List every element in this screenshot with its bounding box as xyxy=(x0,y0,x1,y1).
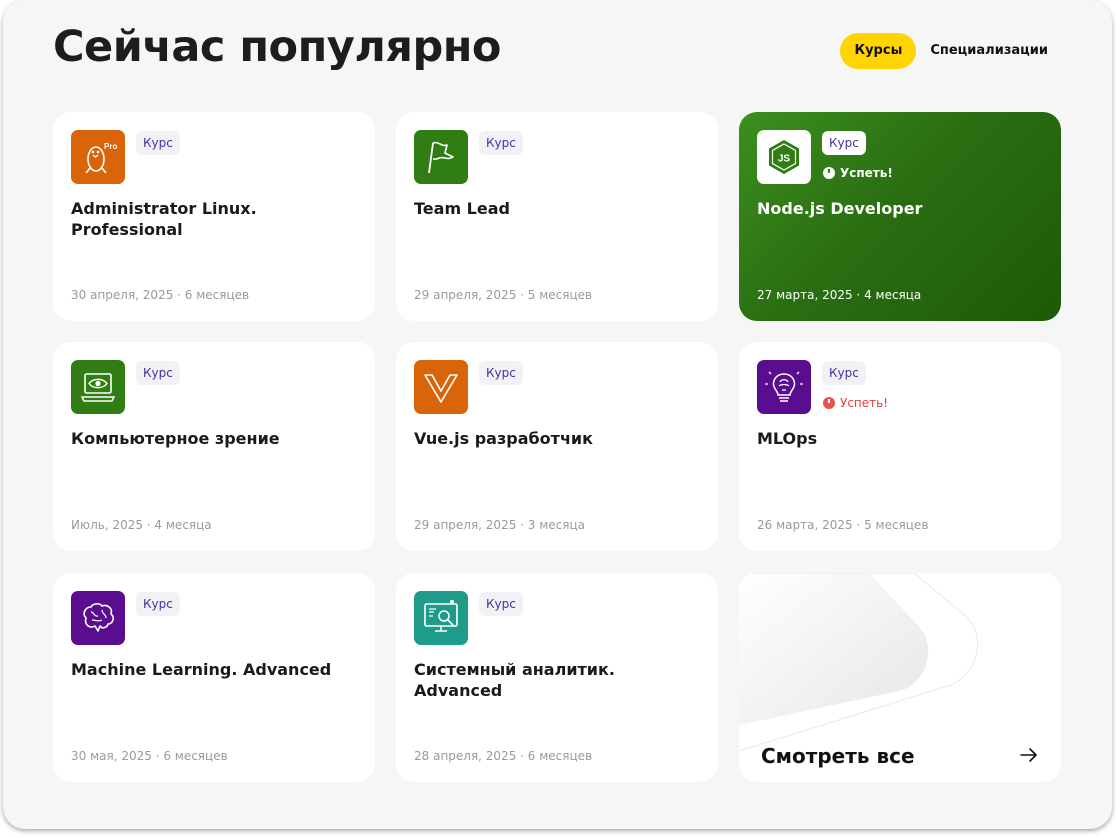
course-meta: 30 мая, 2025 · 6 месяцев xyxy=(71,749,228,763)
course-meta: 26 марта, 2025 · 5 месяцев xyxy=(757,518,929,532)
nodejs-icon: JS xyxy=(757,130,811,184)
hurry-tag: Успеть! xyxy=(823,166,893,180)
course-card[interactable]: Pro Курс Administrator Linux. Profession… xyxy=(53,112,375,321)
course-meta: 29 апреля, 2025 · 3 месяца xyxy=(414,518,586,532)
tabs: Курсы Специализации xyxy=(840,33,1062,69)
course-title: MLOps xyxy=(757,429,818,448)
vue-icon xyxy=(414,360,468,414)
hurry-label: Успеть! xyxy=(840,396,889,410)
course-title: Team Lead xyxy=(414,199,510,218)
course-title: Node.js Developer xyxy=(757,199,923,218)
course-badge: Курс xyxy=(136,361,180,385)
analytics-monitor-icon xyxy=(414,591,468,645)
course-meta: 27 марта, 2025 · 4 месяца xyxy=(757,288,922,302)
course-card-featured[interactable]: JS Курс Успеть! Node.js Developer 27 мар… xyxy=(739,112,1061,321)
monitor-eye-icon xyxy=(71,360,125,414)
course-meta: 30 апреля, 2025 · 6 месяцев xyxy=(71,288,250,302)
course-title: Machine Learning. Advanced xyxy=(71,660,332,679)
brain-icon xyxy=(71,591,125,645)
tab-courses[interactable]: Курсы xyxy=(840,33,917,69)
course-meta: 28 апреля, 2025 · 6 месяцев xyxy=(414,749,593,763)
svg-text:Pro: Pro xyxy=(104,142,117,151)
lightbulb-brain-icon xyxy=(757,360,811,414)
course-meta: 29 апреля, 2025 · 5 месяцев xyxy=(414,288,593,302)
popular-section: Сейчас популярно Курсы Специализации Pro… xyxy=(3,0,1112,829)
clock-icon xyxy=(823,167,835,179)
see-all-label: Смотреть все xyxy=(761,744,915,768)
course-title: Administrator Linux. Professional xyxy=(71,199,257,239)
course-card[interactable]: Курс Team Lead 29 апреля, 2025 · 5 месяц… xyxy=(396,112,718,321)
flag-icon xyxy=(414,130,468,184)
svg-text:JS: JS xyxy=(778,154,791,165)
course-badge: Курс xyxy=(136,131,180,155)
course-card[interactable]: Курс Vue.js разработчик 29 апреля, 2025 … xyxy=(396,342,718,551)
course-badge: Курс xyxy=(479,592,523,616)
see-all-card[interactable]: Смотреть все xyxy=(739,573,1061,782)
hurry-label: Успеть! xyxy=(840,166,893,180)
hurry-tag: Успеть! xyxy=(823,396,888,410)
arrow-right-icon xyxy=(1020,748,1037,762)
clock-icon xyxy=(823,397,835,409)
course-badge: Курс xyxy=(479,361,523,385)
course-badge: Курс xyxy=(822,361,866,385)
course-badge: Курс xyxy=(479,131,523,155)
course-card[interactable]: Курс Machine Learning. Advanced 30 мая, … xyxy=(53,573,375,782)
course-title: Vue.js разработчик xyxy=(414,429,593,448)
tab-specializations[interactable]: Специализации xyxy=(916,33,1062,69)
course-title: Системный аналитик. Advanced xyxy=(414,660,615,700)
page-title: Сейчас популярно xyxy=(53,22,501,72)
course-card[interactable]: Курс Успеть! MLOps 26 марта, 2025 · 5 ме… xyxy=(739,342,1061,551)
course-title: Компьютерное зрение xyxy=(71,429,280,448)
course-meta: Июль, 2025 · 4 месяца xyxy=(71,518,212,532)
course-badge: Курс xyxy=(822,131,866,155)
course-badge: Курс xyxy=(136,592,180,616)
course-card[interactable]: Курс Компьютерное зрение Июль, 2025 · 4 … xyxy=(53,342,375,551)
course-card[interactable]: Курс Системный аналитик. Advanced 28 апр… xyxy=(396,573,718,782)
linux-penguin-pro-icon: Pro xyxy=(71,130,125,184)
